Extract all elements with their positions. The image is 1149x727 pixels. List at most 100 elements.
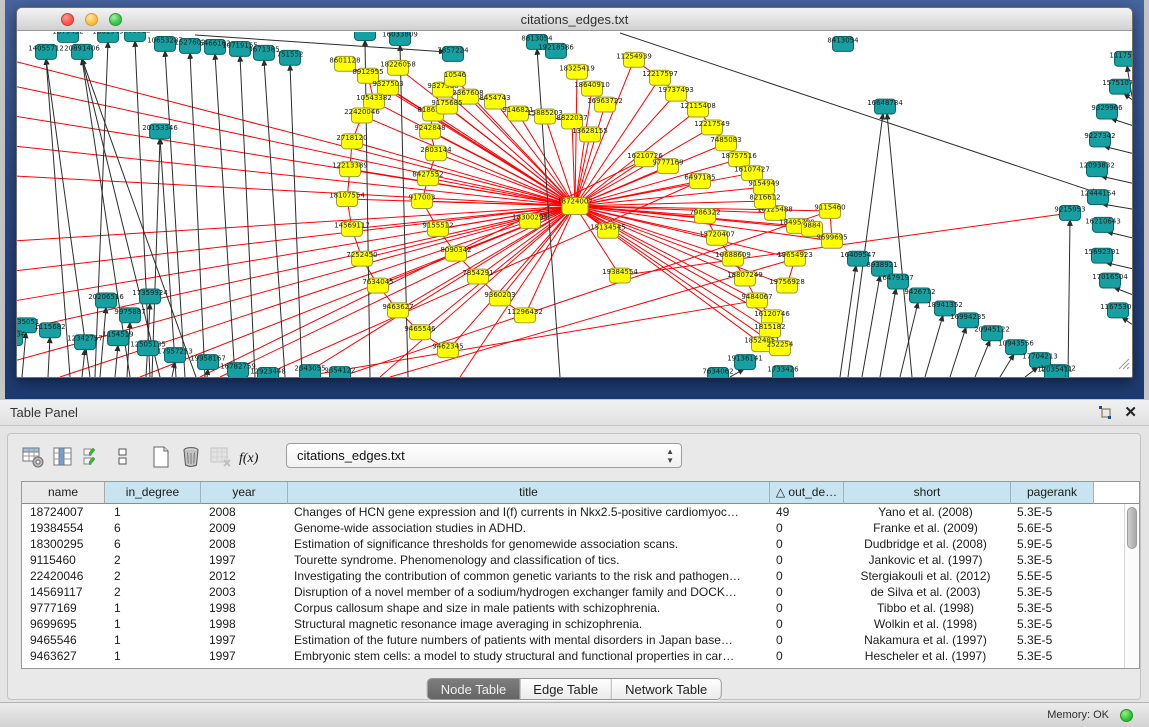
table-settings-icon[interactable] — [18, 443, 48, 471]
close-panel-icon[interactable]: ✕ — [1124, 404, 1137, 422]
column-header-filler — [1094, 482, 1139, 504]
tab-node-table[interactable]: Node Table — [428, 679, 520, 699]
cell-pagerank: 5.3E-5 — [1011, 616, 1094, 632]
tab-edge-table[interactable]: Edge Table — [519, 679, 611, 699]
scrollbar-thumb[interactable] — [1127, 507, 1137, 549]
graph-node-label: 9552311 — [349, 32, 380, 33]
table-row[interactable]: 1456911722003Disruption of a novel membe… — [22, 584, 1124, 600]
graph-node-label: 2343055 — [294, 365, 325, 373]
graph-node-label: 18300295 — [512, 213, 548, 221]
cell-name: 9115460 — [22, 552, 105, 568]
column-header-title[interactable]: title — [288, 482, 770, 504]
tab-network-table[interactable]: Network Table — [611, 679, 720, 699]
column-header-in_degree[interactable]: in_degree — [105, 482, 201, 504]
cell-name: 19384554 — [22, 520, 105, 536]
graph-node-label: 9699695 — [816, 233, 847, 241]
graph-node-label: 252254 — [767, 341, 794, 349]
column-header-year[interactable]: year — [201, 482, 288, 504]
table-row[interactable]: 1830029562008Estimation of significance … — [22, 536, 1124, 552]
graph-node-label: 15134545 — [590, 223, 626, 231]
cell-in_degree: 1 — [105, 632, 201, 648]
cell-short: Dudbridge et al. (2008) — [844, 536, 1011, 552]
graph-node-label: 17016504 — [1092, 273, 1128, 281]
table-source-select[interactable]: citations_edges.txt ▲▼ — [286, 443, 682, 468]
graph-node-label: 16409547 — [840, 251, 876, 259]
cell-name: 9777169 — [22, 600, 105, 616]
column-header-name[interactable]: name — [22, 482, 105, 504]
table-panel-header: Table Panel ✕ — [0, 400, 1149, 426]
graph-node-label: 9426712 — [904, 288, 935, 296]
cell-in_degree: 2 — [105, 552, 201, 568]
cell-title: Tourette syndrome. Phenomenology and cla… — [288, 552, 770, 568]
graph-node-label: 1815182 — [754, 323, 785, 331]
row-height-icon[interactable] — [108, 443, 138, 471]
cell-out_de: 0 — [770, 568, 844, 584]
graph-node-label: 16648784 — [867, 99, 903, 107]
network-canvas[interactable]: 1872400786011288912955182260589327503105… — [17, 32, 1132, 377]
svg-text:f(x): f(x) — [239, 451, 259, 466]
network-nodes[interactable]: 1872400786011288912955182260589327503105… — [17, 32, 1132, 377]
graph-node-label: 11675307 — [1100, 303, 1132, 311]
table-row[interactable]: 2242004622012Investigating the contribut… — [22, 568, 1124, 584]
cell-year: 1997 — [201, 552, 288, 568]
cell-short: Franke et al. (2009) — [844, 520, 1011, 536]
create-table-icon[interactable] — [146, 443, 176, 471]
table-vertical-scrollbar[interactable] — [1124, 504, 1139, 668]
window-zoom-icon[interactable] — [109, 13, 122, 26]
cell-title: Changes of HCN gene expression and I(f) … — [288, 504, 770, 520]
graph-node-label: 12217597 — [642, 70, 678, 78]
graph-node-label: 8912955 — [352, 68, 383, 76]
graph-node-label: 7857224 — [437, 46, 469, 54]
cell-in_degree: 2 — [105, 568, 201, 584]
graph-node-label: 15720407 — [699, 230, 735, 238]
select-rows-icon[interactable] — [78, 443, 108, 471]
graph-node-label: 2718120 — [336, 134, 367, 142]
graph-node-label: 18640910 — [574, 81, 610, 89]
graph-node-label: 20153346 — [142, 124, 178, 132]
cell-pagerank: 5.3E-5 — [1011, 632, 1094, 648]
table-row[interactable]: 911546021997Tourette syndrome. Phenomeno… — [22, 552, 1124, 568]
graph-node-label: 8454743 — [479, 94, 510, 102]
cell-in_degree: 1 — [105, 504, 201, 520]
graph-node-label: 17704213 — [1022, 353, 1058, 361]
network-window: citations_edges.txt 18724007860112889129… — [16, 7, 1133, 378]
graph-node-label: 8813054 — [521, 34, 553, 42]
cell-in_degree: 6 — [105, 520, 201, 536]
float-window-icon[interactable] — [1097, 405, 1113, 425]
column-header-out_de[interactable]: △ out_de… — [770, 482, 844, 504]
table-body: 1872400712008Changes of HCN gene express… — [22, 504, 1124, 668]
graph-node-label: 18107554 — [329, 192, 365, 200]
graph-node-label: 8413054 — [827, 36, 859, 44]
cell-short: Tibbo et al. (1998) — [844, 600, 1011, 616]
table-row[interactable]: 969969511998Structural magnetic resonanc… — [22, 616, 1124, 632]
cell-out_de: 0 — [770, 520, 844, 536]
table-row[interactable]: 1938455462009Genome-wide association stu… — [22, 520, 1124, 536]
graph-node-label: 9155512 — [422, 221, 453, 229]
cell-short: de Silva et al. (2003) — [844, 584, 1011, 600]
cell-out_de: 0 — [770, 584, 844, 600]
graph-node-label: 18757516 — [721, 152, 757, 160]
graph-node-label: 19384554 — [602, 268, 638, 276]
cell-year: 2003 — [201, 584, 288, 600]
cytoscape-screen: citations_edges.txt 18724007860112889129… — [0, 0, 1149, 727]
resize-grip-icon[interactable] — [1116, 356, 1130, 375]
network-graph-svg[interactable]: 1872400786011288912955182260589327503105… — [17, 32, 1132, 377]
graph-node-label: 18226058 — [380, 60, 416, 68]
table-row[interactable]: 1872400712008Changes of HCN gene express… — [22, 504, 1124, 520]
column-header-short[interactable]: short — [844, 482, 1011, 504]
graph-node-label: 8822037 — [556, 114, 587, 122]
column-header-pagerank[interactable]: pagerank — [1011, 482, 1094, 504]
network-window-titlebar[interactable]: citations_edges.txt — [17, 8, 1132, 31]
graph-node-label: 7485083 — [710, 136, 741, 144]
graph-node-label: 1879432 — [52, 32, 83, 35]
delete-table-icon[interactable] — [176, 443, 206, 471]
window-close-icon[interactable] — [61, 13, 74, 26]
function-builder-icon[interactable]: f(x) — [236, 443, 266, 471]
table-row[interactable]: 946554611997Estimation of the future num… — [22, 632, 1124, 648]
graph-node-label: 7634062 — [702, 368, 733, 376]
window-minimize-icon[interactable] — [85, 13, 98, 26]
table-row[interactable]: 977716911998Corpus callosum shape and si… — [22, 600, 1124, 616]
graph-node-label: 9215953 — [1054, 205, 1085, 213]
column-selection-icon[interactable] — [48, 443, 78, 471]
table-row[interactable]: 946362711997Embryonic stem cells: a mode… — [22, 648, 1124, 664]
